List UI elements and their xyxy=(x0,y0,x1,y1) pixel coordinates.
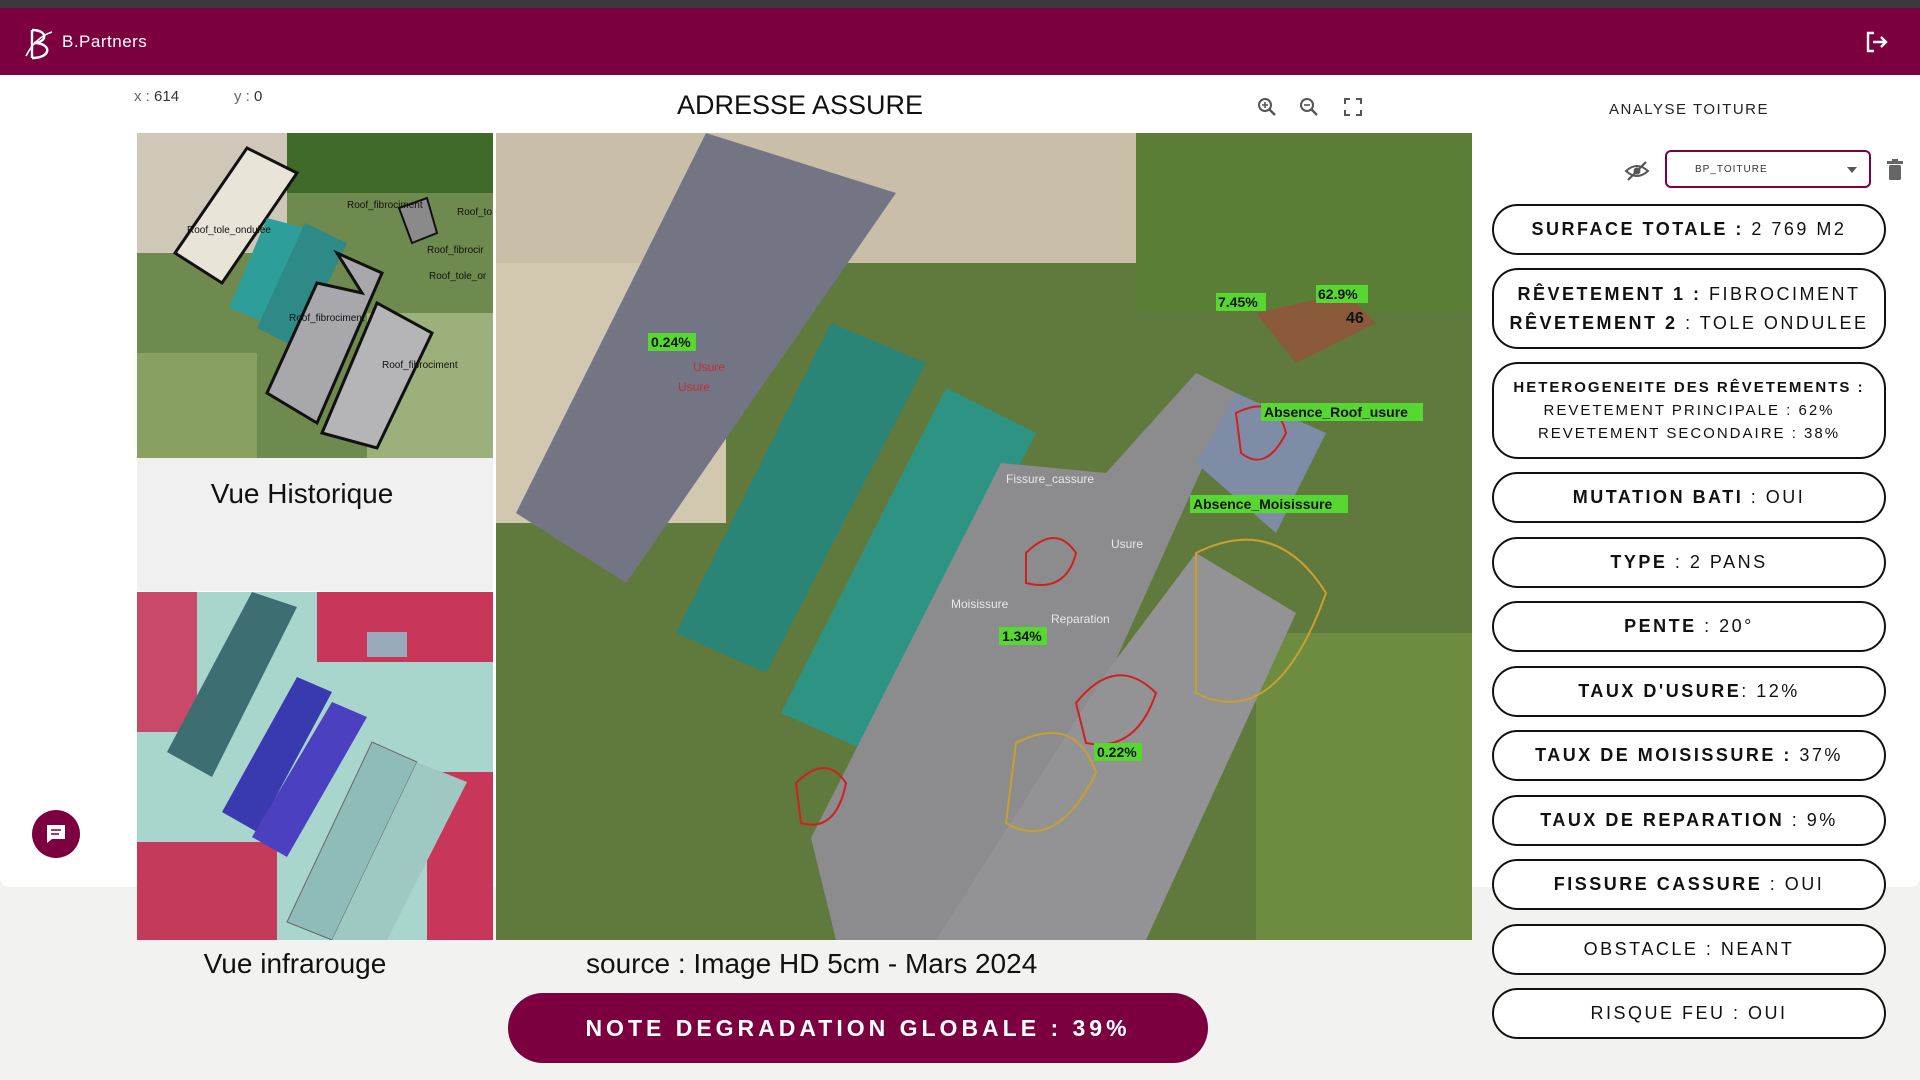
brand-name: B.Partners xyxy=(62,32,148,51)
main-aerial-image[interactable]: 0.24% Usure Usure 7.45% 62.9% 46 Absence… xyxy=(496,133,1472,940)
brand-logo-icon[interactable] xyxy=(22,26,58,62)
hist-label: Roof_tole_ondulee xyxy=(187,225,271,236)
detection-label: 0.22% xyxy=(1097,744,1137,760)
risque-feu-item: RISQUE FEU : OUI xyxy=(1492,988,1886,1039)
hist-label: Roof_tole_or xyxy=(429,271,487,282)
layer-select-value: BP_TOITURE xyxy=(1695,164,1768,175)
visibility-off-icon[interactable] xyxy=(1623,157,1651,185)
fissure-cassure-item: FISSURE CASSURE : OUI xyxy=(1492,859,1886,910)
chat-button[interactable] xyxy=(32,810,80,858)
detection-label: 7.45% xyxy=(1218,294,1258,310)
hist-label: Roof_fibrocir xyxy=(427,245,484,256)
revetement-item: RÊVETEMENT 1 : FIBROCIMENT RÊVETEMENT 2 … xyxy=(1492,268,1886,349)
app-header: B.Partners xyxy=(0,8,1920,75)
hist-label: Roof_fibrociment xyxy=(382,360,458,371)
taux-moisissure-item: TAUX DE MOISISSURE : 37% xyxy=(1492,730,1886,781)
image-source: source : Image HD 5cm - Mars 2024 xyxy=(586,948,1038,979)
top-border xyxy=(0,0,1920,8)
taux-reparation-item: TAUX DE REPARATION : 9% xyxy=(1492,795,1886,846)
taux-usure-item: TAUX D'USURE: 12% xyxy=(1492,666,1886,717)
zoom-out-icon[interactable] xyxy=(1298,96,1320,118)
page-title: ADRESSE ASSURE xyxy=(676,90,924,120)
hist-label: Roof_fibrociment xyxy=(347,200,423,211)
x-coordinate: x : 614 xyxy=(134,88,180,105)
global-degradation-note[interactable]: NOTE DEGRADATION GLOBALE : 39% xyxy=(508,993,1208,1063)
pente-item: PENTE : 20° xyxy=(1492,601,1886,652)
tab-analyse-toiture[interactable]: ANALYSE TOITURE xyxy=(1594,86,1784,132)
detection-label: 62.9% xyxy=(1318,286,1358,302)
surface-totale-item: SURFACE TOTALE : 2 769 M2 xyxy=(1492,204,1886,255)
trash-icon[interactable] xyxy=(1884,158,1906,182)
historical-aerial-image[interactable]: Roof_fibrociment Roof_tole_ondulee Roof_… xyxy=(137,133,493,458)
y-coordinate: y : 0 xyxy=(234,88,263,105)
detection-label: Usure xyxy=(1111,537,1143,551)
detection-label: Reparation xyxy=(1051,612,1110,626)
detection-label: Absence_Roof_usure xyxy=(1264,404,1408,420)
hist-label: Roof_to xyxy=(457,207,492,218)
layer-select[interactable]: BP_TOITURE xyxy=(1665,150,1871,188)
detection-label: Usure xyxy=(678,380,710,394)
detection-label: Moisissure xyxy=(951,597,1009,611)
detection-label: Absence_Moisissure xyxy=(1193,496,1332,512)
zoom-in-icon[interactable] xyxy=(1256,96,1278,118)
chevron-down-icon xyxy=(1847,167,1857,173)
hist-label: Roof_fibrociment xyxy=(289,313,365,324)
detection-label: Usure xyxy=(693,360,725,374)
fullscreen-icon[interactable] xyxy=(1342,96,1364,118)
logout-icon[interactable] xyxy=(1862,28,1890,56)
historical-view-caption: Vue Historique xyxy=(210,478,394,509)
detection-label: Fissure_cassure xyxy=(1006,472,1094,486)
infrared-view-caption: Vue infrarouge xyxy=(203,948,387,979)
detection-label: 1.34% xyxy=(1002,628,1042,644)
heterogeneite-item: HETEROGENEITE DES RÊVETEMENTS : REVETEME… xyxy=(1492,362,1886,459)
detection-label: 46 xyxy=(1346,310,1364,327)
obstacle-item: OBSTACLE : NEANT xyxy=(1492,924,1886,975)
chat-icon xyxy=(47,825,65,843)
detection-label: 0.24% xyxy=(651,334,691,350)
mutation-bati-item: MUTATION BATI : OUI xyxy=(1492,472,1886,523)
infrared-aerial-image[interactable] xyxy=(137,592,493,940)
type-item: TYPE : 2 PANS xyxy=(1492,537,1886,588)
